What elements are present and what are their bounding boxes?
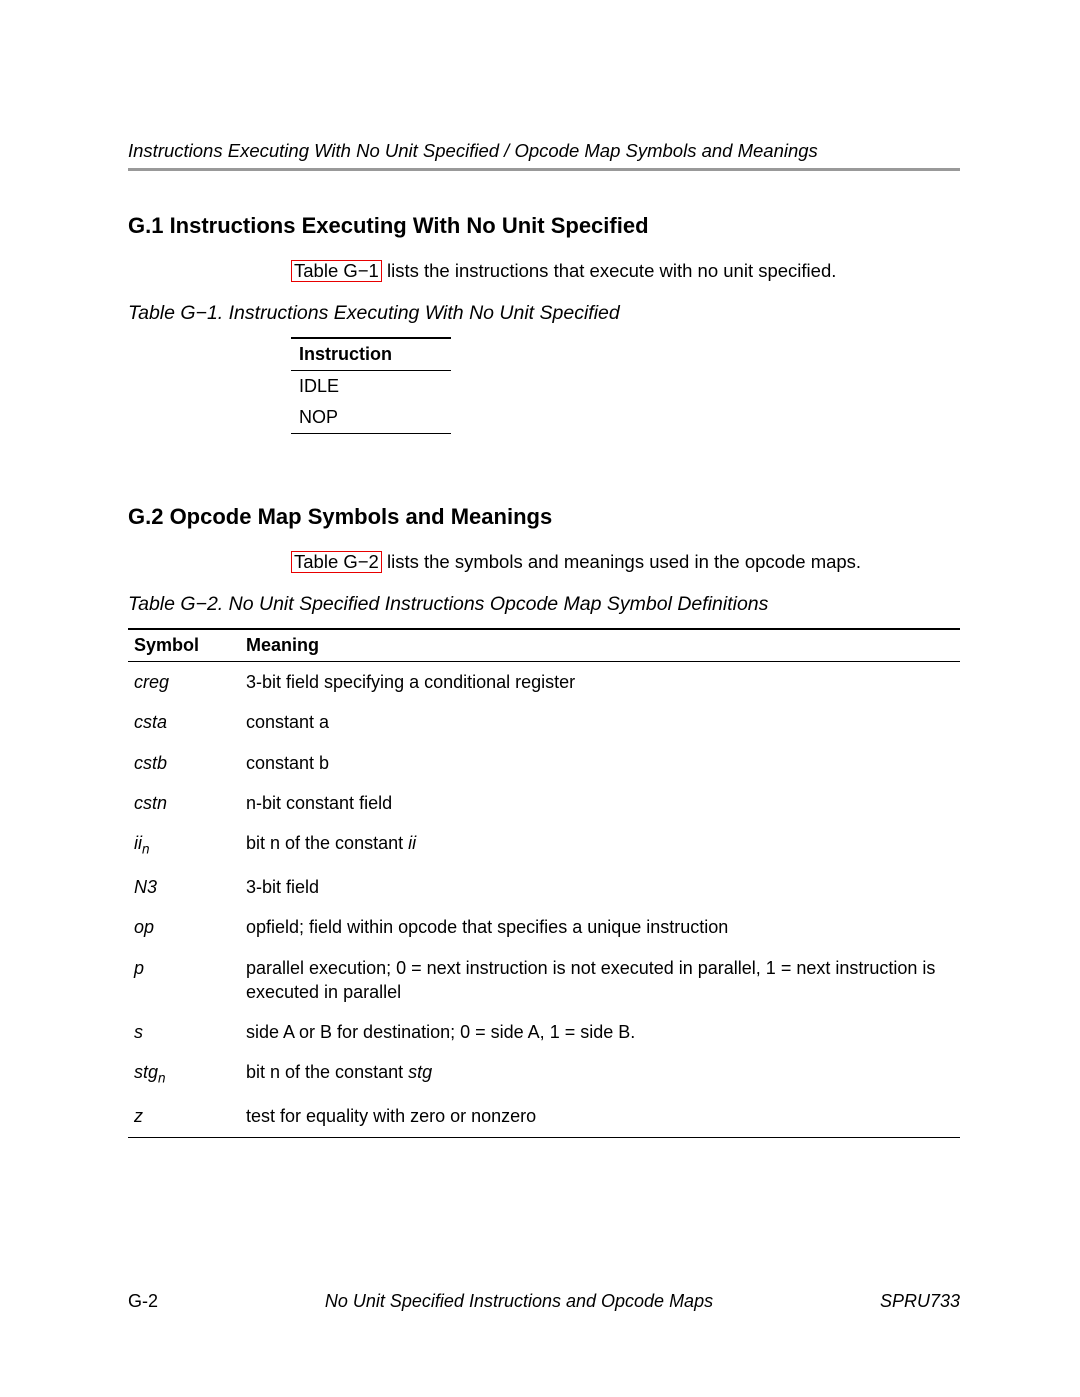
symbol-cell: stgn — [128, 1052, 240, 1096]
meaning-cell: side A or B for destination; 0 = side A,… — [240, 1012, 960, 1052]
section-g2-heading: G.2 Opcode Map Symbols and Meanings — [128, 504, 960, 530]
table-row: creg3-bit field specifying a conditional… — [128, 661, 960, 702]
instruction-cell: NOP — [291, 402, 451, 434]
meaning-cell: constant a — [240, 702, 960, 742]
table-row: opopfield; field within opcode that spec… — [128, 907, 960, 947]
table-row: ztest for equality with zero or nonzero — [128, 1096, 960, 1137]
section-g2-intro-text: lists the symbols and meanings used in t… — [382, 551, 861, 572]
table-g1-header: Instruction — [291, 338, 451, 371]
symbol-cell: csta — [128, 702, 240, 742]
section-g1-heading: G.1 Instructions Executing With No Unit … — [128, 213, 960, 239]
symbol-cell: op — [128, 907, 240, 947]
meaning-cell: parallel execution; 0 = next instruction… — [240, 948, 960, 1013]
table-row: cstnn-bit constant field — [128, 783, 960, 823]
table-g1-ref-link[interactable]: Table G−1 — [291, 260, 382, 282]
meaning-cell: test for equality with zero or nonzero — [240, 1096, 960, 1137]
meaning-cell: bit n of the constant stg — [240, 1052, 960, 1096]
section-g1-intro-text: lists the instructions that execute with… — [382, 260, 837, 281]
instruction-cell: IDLE — [291, 370, 451, 402]
table-row: IDLE — [291, 370, 451, 402]
symbol-cell: p — [128, 948, 240, 1013]
table-g1-caption: Table G−1. Instructions Executing With N… — [128, 302, 960, 325]
meaning-cell: bit n of the constant ii — [240, 823, 960, 867]
section-g2-intro: Table G−2 lists the symbols and meanings… — [291, 550, 960, 575]
table-row: cstbconstant b — [128, 743, 960, 783]
header-rule — [128, 168, 960, 171]
meaning-cell: opfield; field within opcode that specif… — [240, 907, 960, 947]
symbol-cell: iin — [128, 823, 240, 867]
meaning-cell: constant b — [240, 743, 960, 783]
table-row: NOP — [291, 402, 451, 434]
meaning-cell: 3-bit field specifying a conditional reg… — [240, 661, 960, 702]
table-row: cstaconstant a — [128, 702, 960, 742]
section-g1-intro: Table G−1 lists the instructions that ex… — [291, 259, 960, 284]
table-row: stgnbit n of the constant stg — [128, 1052, 960, 1096]
footer-docid: SPRU733 — [880, 1291, 960, 1312]
table-g2: Symbol Meaning creg3-bit field specifyin… — [128, 628, 960, 1138]
symbol-cell: z — [128, 1096, 240, 1137]
table-g2-header-symbol: Symbol — [128, 629, 240, 662]
footer-page-number: G-2 — [128, 1291, 158, 1312]
symbol-cell: s — [128, 1012, 240, 1052]
table-row: pparallel execution; 0 = next instructio… — [128, 948, 960, 1013]
page-footer: G-2 No Unit Specified Instructions and O… — [128, 1291, 960, 1312]
table-row: N33-bit field — [128, 867, 960, 907]
footer-title: No Unit Specified Instructions and Opcod… — [325, 1291, 713, 1312]
meaning-cell: 3-bit field — [240, 867, 960, 907]
table-g2-ref-link[interactable]: Table G−2 — [291, 551, 382, 573]
symbol-cell: cstb — [128, 743, 240, 783]
running-head: Instructions Executing With No Unit Spec… — [128, 140, 960, 162]
table-row: iinbit n of the constant ii — [128, 823, 960, 867]
meaning-cell: n-bit constant field — [240, 783, 960, 823]
table-g2-header-meaning: Meaning — [240, 629, 960, 662]
symbol-cell: N3 — [128, 867, 240, 907]
table-g2-caption: Table G−2. No Unit Specified Instruction… — [128, 593, 960, 616]
symbol-cell: cstn — [128, 783, 240, 823]
symbol-cell: creg — [128, 661, 240, 702]
table-g1: Instruction IDLE NOP — [291, 337, 451, 434]
table-row: sside A or B for destination; 0 = side A… — [128, 1012, 960, 1052]
